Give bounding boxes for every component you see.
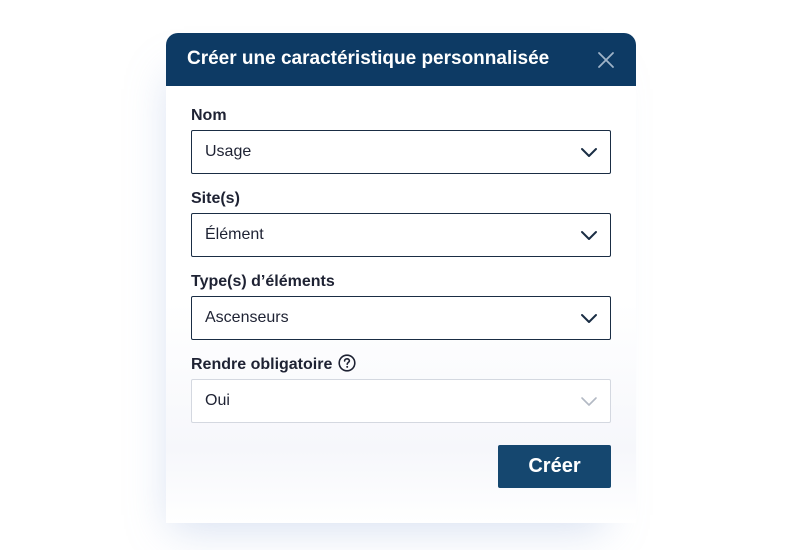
types-value: Ascenseurs <box>205 309 289 326</box>
nom-value: Usage <box>205 143 252 160</box>
obligatoire-label: Rendre obligatoire <box>191 354 356 375</box>
sites-select[interactable]: Élément <box>191 213 611 257</box>
nom-label: Nom <box>191 107 227 124</box>
chevron-down-icon <box>581 314 597 323</box>
obligatoire-value: Oui <box>205 392 230 409</box>
chevron-down-icon <box>581 397 597 406</box>
help-circle-icon[interactable] <box>338 354 356 372</box>
obligatoire-label-text: Rendre obligatoire <box>191 356 333 373</box>
create-characteristic-dialog: Créer une caractéristique personnalisée … <box>166 33 636 523</box>
types-label: Type(s) d’éléments <box>191 273 335 290</box>
obligatoire-select[interactable]: Oui <box>191 379 611 423</box>
sites-value: Élément <box>205 226 264 243</box>
dialog-header: Créer une caractéristique personnalisée <box>166 33 636 86</box>
nom-select[interactable]: Usage <box>191 130 611 174</box>
create-button[interactable]: Créer <box>498 445 611 488</box>
close-icon[interactable] <box>594 48 618 72</box>
page-backdrop: Créer une caractéristique personnalisée … <box>0 0 811 550</box>
chevron-down-icon <box>581 231 597 240</box>
types-select[interactable]: Ascenseurs <box>191 296 611 340</box>
sites-label: Site(s) <box>191 190 240 207</box>
dialog-title: Créer une caractéristique personnalisée <box>187 48 550 69</box>
chevron-down-icon <box>581 148 597 157</box>
